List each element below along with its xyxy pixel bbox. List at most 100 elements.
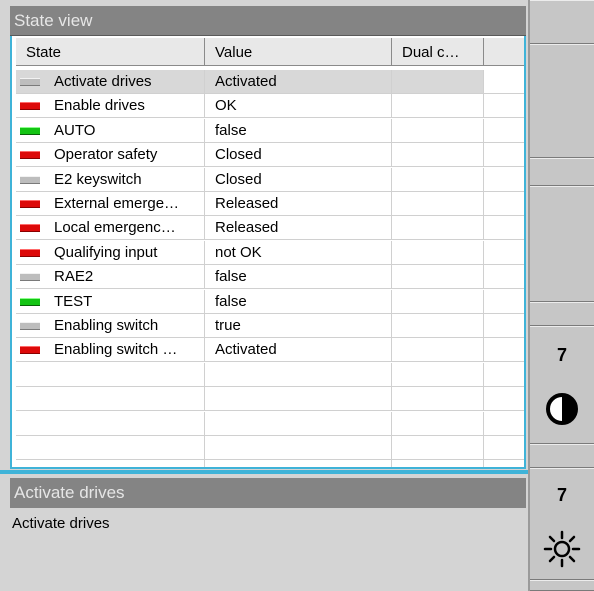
table-row[interactable]: Enable drives OK: [16, 94, 524, 119]
value-cell: false: [205, 118, 392, 143]
empty-cell: [205, 460, 392, 467]
state-cell: Activate drives: [16, 70, 205, 94]
empty-table-row[interactable]: [16, 411, 524, 436]
state-label: E2 keyswitch: [54, 170, 142, 188]
toolbar-button-5[interactable]: [530, 302, 594, 326]
filler-cell: [484, 265, 524, 290]
status-indicator-icon: [20, 322, 40, 330]
contrast-value: 7: [556, 345, 567, 365]
state-cell: AUTO: [16, 118, 205, 143]
state-label: Qualifying input: [54, 243, 158, 261]
empty-cell: [392, 362, 484, 387]
brightness-icon: [543, 530, 581, 568]
state-label: RAE2: [54, 268, 94, 286]
state-label: Enabling switch …: [54, 341, 178, 359]
toolbar-button-7[interactable]: [530, 580, 594, 591]
table-row[interactable]: Activate drives Activated: [16, 70, 524, 94]
filler-cell: [484, 143, 524, 168]
status-indicator-icon: [20, 224, 40, 233]
table-row[interactable]: External emerge… Released: [16, 192, 524, 216]
toolbar-button-2[interactable]: [530, 44, 594, 158]
value-cell: true: [205, 314, 392, 338]
dual-cell: [392, 118, 484, 143]
empty-cell: [205, 387, 392, 412]
toolbar-button-6[interactable]: [530, 444, 594, 468]
empty-cell: [392, 460, 484, 467]
table-header: State Value Dual c…: [16, 38, 524, 66]
empty-table-row[interactable]: [16, 362, 524, 387]
state-cell: Qualifying input: [16, 240, 205, 265]
state-view-panel: State view State Value Dual c… Activate …: [0, 0, 528, 591]
status-indicator-icon: [20, 248, 40, 257]
table-row[interactable]: AUTO false: [16, 118, 524, 143]
table-row[interactable]: Enabling switch … Activated: [16, 338, 524, 363]
empty-cell: [16, 387, 205, 412]
status-indicator-icon: [20, 102, 40, 111]
contrast-icon: [546, 393, 578, 425]
filler-cell: [484, 241, 524, 265]
toolbar-button-3[interactable]: [530, 158, 594, 186]
detail-description: Activate drives: [10, 508, 526, 588]
brightness-value: 7: [556, 485, 567, 505]
dual-cell: [392, 265, 484, 290]
empty-table-row[interactable]: [16, 387, 524, 412]
empty-cell: [484, 436, 524, 460]
column-header-dual[interactable]: Dual c…: [392, 38, 484, 66]
detail-title: Activate drives: [10, 478, 526, 508]
value-cell: false: [205, 289, 392, 314]
empty-cell: [484, 460, 524, 467]
status-indicator-icon: [20, 126, 40, 135]
table-row[interactable]: E2 keyswitch Closed: [16, 167, 524, 192]
value-cell: Activated: [205, 338, 392, 363]
toolbar-button-1[interactable]: [530, 0, 594, 44]
filler-cell: [484, 290, 524, 314]
empty-cell: [16, 411, 205, 436]
status-indicator-icon: [20, 273, 40, 282]
value-cell: OK: [205, 94, 392, 119]
state-cell: TEST: [16, 289, 205, 314]
dual-cell: [392, 216, 484, 241]
table-row[interactable]: Operator safety Closed: [16, 143, 524, 168]
state-label: Operator safety: [54, 146, 158, 164]
state-label: TEST: [54, 292, 93, 310]
status-indicator-icon: [20, 151, 40, 160]
state-label: Enabling switch: [54, 317, 159, 334]
state-cell: Enabling switch …: [16, 338, 205, 363]
filler-cell: [484, 216, 524, 241]
dual-cell: [392, 289, 484, 314]
table-row[interactable]: Local emergenc… Released: [16, 216, 524, 241]
column-header-value[interactable]: Value: [205, 38, 392, 66]
dual-cell: [392, 143, 484, 168]
empty-table-row[interactable]: [16, 436, 524, 460]
table-row[interactable]: Qualifying input not OK: [16, 240, 524, 265]
empty-cell: [205, 411, 392, 436]
empty-table-row[interactable]: [16, 460, 524, 467]
state-view-title: State view: [10, 6, 526, 36]
empty-cell: [16, 436, 205, 460]
panel-divider[interactable]: [0, 470, 528, 474]
brightness-button[interactable]: 7: [530, 468, 594, 580]
filler-cell: [484, 168, 524, 192]
value-cell: Activated: [205, 70, 392, 94]
filler-cell: [484, 119, 524, 143]
value-cell: false: [205, 265, 392, 290]
dual-cell: [392, 70, 484, 94]
contrast-button[interactable]: 7: [530, 326, 594, 444]
filler-cell: [484, 70, 524, 94]
toolbar-button-4[interactable]: [530, 186, 594, 302]
value-cell: Closed: [205, 143, 392, 168]
state-cell: RAE2: [16, 265, 205, 290]
table-row[interactable]: TEST false: [16, 289, 524, 314]
table-row[interactable]: Enabling switch true: [16, 314, 524, 338]
empty-cell: [392, 436, 484, 460]
state-cell: E2 keyswitch: [16, 167, 205, 192]
status-indicator-icon: [20, 297, 40, 306]
state-label: AUTO: [54, 121, 96, 139]
status-indicator-icon: [20, 175, 40, 184]
empty-cell: [484, 412, 524, 436]
column-header-state[interactable]: State: [16, 38, 205, 66]
filler-cell: [484, 192, 524, 216]
table-row[interactable]: RAE2 false: [16, 265, 524, 290]
state-label: External emerge…: [54, 195, 180, 212]
state-cell: Enable drives: [16, 94, 205, 119]
